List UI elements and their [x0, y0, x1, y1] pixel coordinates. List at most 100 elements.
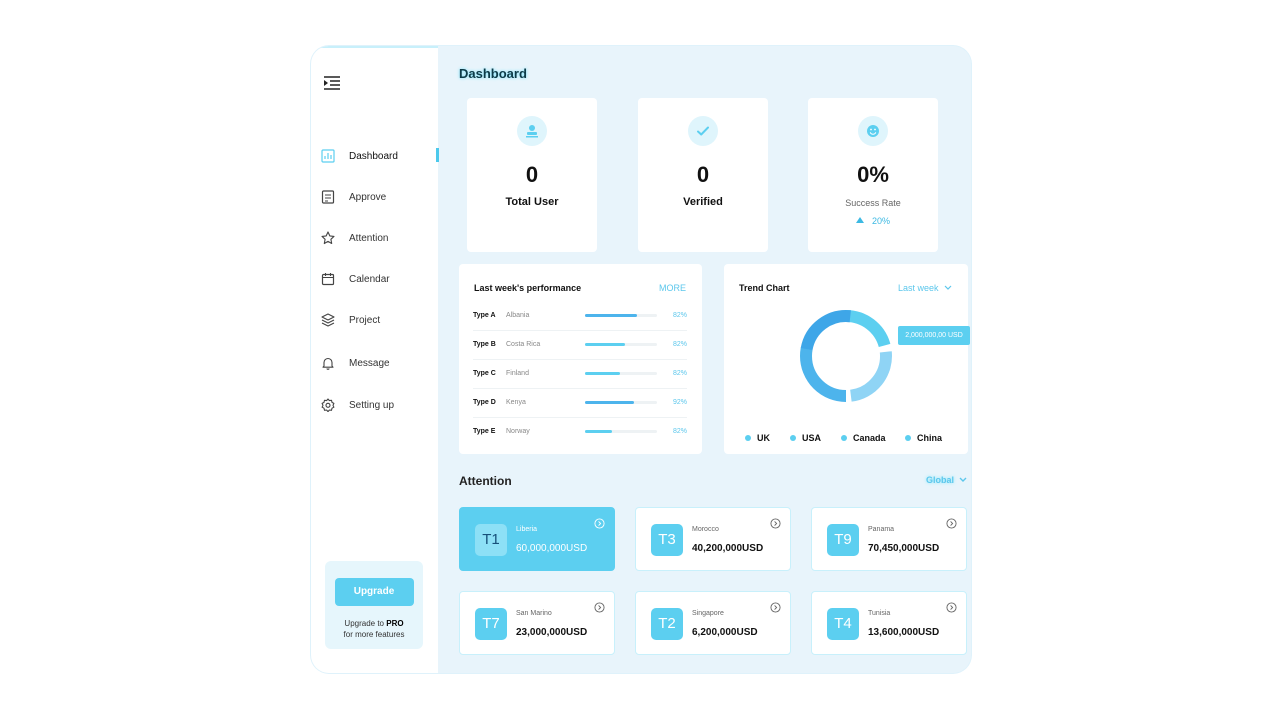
performance-row: Type E Norway 82%: [473, 417, 687, 446]
app-window: Dashboard Approve Attention Calendar Pro…: [311, 46, 971, 673]
card-amount: 13,600,000USD: [868, 627, 940, 638]
smile-icon: [858, 116, 888, 146]
card-badge: T1: [475, 524, 507, 556]
card-country: Panama: [868, 526, 895, 533]
stat-label: Success Rate: [845, 198, 901, 208]
sidebar-item-approve[interactable]: Approve: [321, 187, 431, 207]
more-link[interactable]: MORE: [659, 283, 686, 293]
stat-value: 0: [525, 162, 539, 187]
row-type: Type D: [473, 399, 496, 406]
check-icon: [688, 116, 718, 146]
sidebar-item-attention[interactable]: Attention: [321, 228, 431, 248]
page-title: Dashboard: [459, 66, 527, 81]
upgrade-description: Upgrade to PRO for more features: [343, 619, 405, 639]
card-amount: 40,200,000USD: [692, 543, 764, 554]
stat-label: Verified: [683, 196, 723, 208]
attention-title: Attention: [459, 474, 512, 488]
row-country: Costa Rica: [506, 341, 541, 348]
card-badge: T9: [827, 524, 859, 556]
card-badge: T7: [475, 608, 507, 640]
arrow-circle-icon[interactable]: [946, 602, 957, 613]
arrow-circle-icon[interactable]: [770, 602, 781, 613]
attention-card-t1[interactable]: T1 Liberia 60,000,000USD: [459, 507, 615, 571]
row-type: Type C: [473, 370, 496, 377]
row-percentage: 82%: [672, 341, 687, 348]
row-percentage: 82%: [672, 370, 687, 377]
card-badge: T2: [651, 608, 683, 640]
arrow-circle-icon[interactable]: [594, 602, 605, 613]
sidebar-item-label: Message: [349, 357, 390, 369]
row-percentage: 92%: [672, 399, 687, 406]
star-icon: [321, 231, 335, 245]
attention-card-t9[interactable]: T9 Panama 70,450,000USD: [811, 507, 967, 571]
performance-row: Type B Costa Rica 82%: [473, 330, 687, 360]
legend-item-canada: Canada: [841, 433, 886, 443]
calendar-icon: [321, 273, 335, 286]
row-country: Finland: [506, 370, 529, 377]
sidebar-item-label: Calendar: [349, 273, 390, 285]
stat-value: 0%: [857, 162, 889, 187]
stat-card-success-rate: 0% Success Rate 20%: [808, 98, 938, 252]
trend-chart-panel: Trend Chart Last week 2,000,000,00 USD U…: [724, 264, 970, 454]
document-icon: [321, 190, 335, 204]
card-country: Singapore: [692, 610, 724, 617]
sidebar: Dashboard Approve Attention Calendar Pro…: [311, 46, 439, 673]
row-country: Albania: [506, 312, 530, 319]
active-nav-indicator: [436, 148, 439, 162]
card-amount: 6,200,000USD: [692, 627, 758, 638]
progress-bar: [585, 430, 657, 433]
card-country: Morocco: [692, 526, 719, 533]
chevron-down-icon: [959, 477, 967, 482]
row-type: Type B: [473, 341, 496, 348]
card-country: San Marino: [516, 610, 552, 617]
attention-card-t2[interactable]: T2 Singapore 6,200,000USD: [635, 591, 791, 655]
row-country: Kenya: [506, 399, 526, 406]
progress-bar: [585, 343, 657, 346]
sidebar-item-message[interactable]: Message: [321, 353, 431, 373]
panel-title: Trend Chart: [739, 283, 790, 293]
attention-card-t4[interactable]: T4 Tunisia 13,600,000USD: [811, 591, 967, 655]
stat-card-verified: 0 Verified: [638, 98, 768, 252]
user-stamp-icon: [517, 116, 547, 146]
menu-collapse-icon[interactable]: [323, 76, 341, 90]
stat-label: Total User: [505, 196, 559, 208]
arrow-circle-icon[interactable]: [946, 518, 957, 529]
progress-fill: [585, 314, 637, 317]
row-country: Norway: [506, 428, 530, 435]
progress-fill: [585, 401, 634, 404]
attention-card-t3[interactable]: T3 Morocco 40,200,000USD: [635, 507, 791, 571]
sidebar-item-setting-up[interactable]: Setting up: [321, 395, 431, 415]
progress-bar: [585, 314, 657, 317]
row-percentage: 82%: [672, 312, 687, 319]
sidebar-item-dashboard[interactable]: Dashboard: [321, 146, 431, 166]
card-amount: 60,000,000USD: [516, 543, 588, 554]
chevron-down-icon: [944, 285, 952, 290]
card-badge: T3: [651, 524, 683, 556]
sidebar-item-project[interactable]: Project: [321, 310, 431, 330]
sidebar-item-label: Dashboard: [349, 150, 398, 162]
chart-icon: [321, 149, 335, 163]
sidebar-item-label: Project: [349, 314, 381, 326]
legend-item-uk: UK: [745, 433, 770, 443]
stat-card-total-user: 0 Total User: [467, 98, 597, 252]
chart-tooltip: 2,000,000,00 USD: [898, 326, 970, 345]
progress-fill: [585, 372, 620, 375]
card-amount: 70,450,000USD: [868, 543, 940, 554]
sidebar-item-calendar[interactable]: Calendar: [321, 269, 431, 289]
attention-card-t7[interactable]: T7 San Marino 23,000,000USD: [459, 591, 615, 655]
trend-up-icon: [855, 217, 864, 223]
range-dropdown[interactable]: Last week: [898, 283, 952, 293]
sidebar-item-label: Attention: [349, 232, 389, 244]
arrow-circle-icon[interactable]: [770, 518, 781, 529]
progress-bar: [585, 401, 657, 404]
card-amount: 23,000,000USD: [516, 627, 588, 638]
upgrade-button[interactable]: Upgrade: [334, 578, 414, 606]
card-country: Tunisia: [868, 610, 891, 617]
row-percentage: 82%: [672, 428, 687, 435]
arrow-circle-icon[interactable]: [594, 518, 605, 529]
performance-row: Type D Kenya 92%: [473, 388, 687, 418]
gear-icon: [321, 398, 335, 412]
panel-title: Last week's performance: [474, 283, 582, 293]
card-country: Liberia: [516, 526, 538, 533]
global-filter-dropdown[interactable]: Global: [926, 475, 967, 485]
